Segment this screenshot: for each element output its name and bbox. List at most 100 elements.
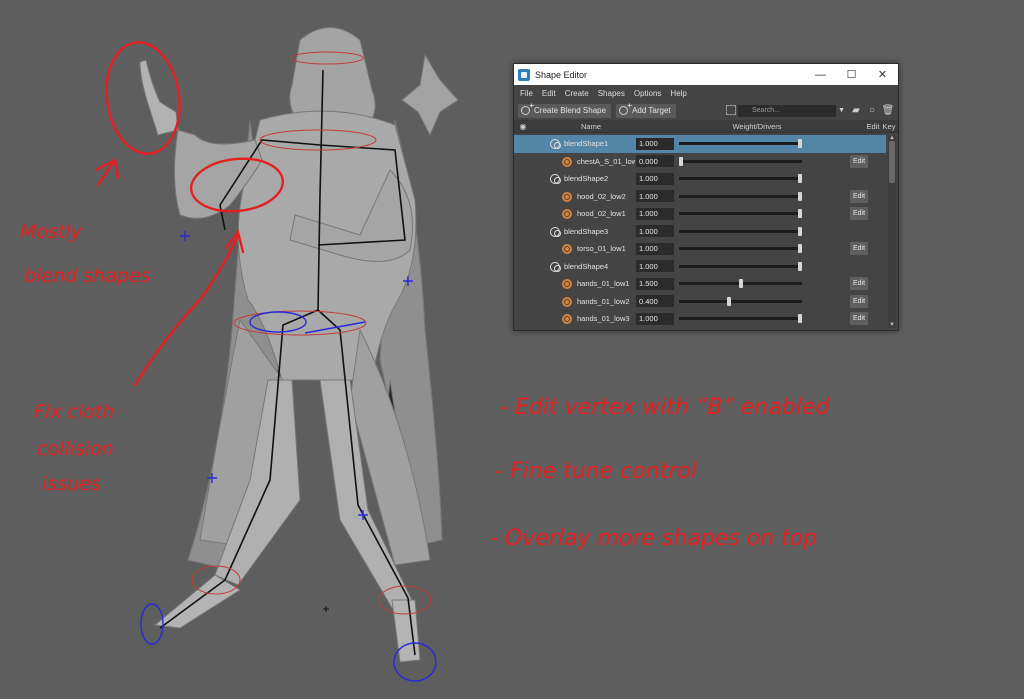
menu-options[interactable]: Options (634, 89, 662, 98)
weight-slider[interactable] (679, 279, 802, 289)
shape-row[interactable]: hood_02_low1 1.000 Edit (514, 205, 886, 223)
edit-button[interactable]: Edit (850, 277, 868, 291)
weight-field[interactable]: 1.000 (636, 207, 674, 220)
shape-list: blendShape1 1.000 chestA_S_01_low 0.000 Edit… (514, 135, 886, 328)
weight-field[interactable]: 1.000 (636, 260, 674, 273)
create-blend-shape-label: Create Blend Shape (534, 106, 607, 115)
shape-row[interactable]: blendShape3 1.000 (514, 223, 886, 241)
target-icon (562, 209, 572, 219)
slider-handle[interactable] (798, 314, 802, 324)
slider-handle[interactable] (798, 174, 802, 184)
edit-button[interactable]: Edit (850, 189, 868, 203)
add-target-label: Add Target (632, 106, 671, 115)
create-blend-shape-button[interactable]: Create Blend Shape (518, 101, 612, 118)
edit-button[interactable]: Edit (850, 242, 868, 256)
target-icon (562, 314, 572, 324)
menu-edit[interactable]: Edit (542, 89, 556, 98)
search-input[interactable]: Search... (726, 104, 836, 117)
weight-slider[interactable] (679, 191, 802, 201)
note-mostly: Mostly (20, 221, 83, 243)
add-target-button[interactable]: Add Target (616, 101, 676, 118)
menu-help[interactable]: Help (670, 89, 686, 98)
slider-handle[interactable] (798, 226, 802, 236)
weight-field[interactable]: 1.000 (636, 137, 674, 150)
scroll-down-icon[interactable]: ▼ (888, 322, 896, 328)
new-folder-icon[interactable]: ▰ (850, 105, 862, 117)
search-dropdown-icon[interactable]: ▼ (838, 107, 846, 114)
shape-row[interactable]: torso_01_low1 1.000 Edit (514, 240, 886, 258)
shape-row[interactable]: hands_01_low1 1.500 Edit (514, 275, 886, 293)
edit-button[interactable]: Edit (850, 312, 868, 326)
column-weight[interactable]: Weight/Drivers (650, 122, 864, 131)
weight-slider[interactable] (679, 174, 802, 184)
slider-handle[interactable] (679, 156, 683, 166)
weight-field[interactable]: 1.000 (636, 190, 674, 203)
maximize-button[interactable]: ☐ (836, 64, 867, 85)
edit-button[interactable]: Edit (850, 154, 868, 168)
weight-slider[interactable] (679, 156, 802, 166)
weight-field[interactable]: 1.000 (636, 242, 674, 255)
add-target-icon (619, 101, 632, 115)
slider-handle[interactable] (798, 261, 802, 271)
visibility-eye-icon[interactable]: ◉ (514, 122, 532, 131)
weight-field[interactable]: 0.000 (636, 155, 674, 168)
trash-icon[interactable]: 🗑 (882, 105, 895, 117)
weight-slider[interactable] (679, 209, 802, 219)
maya-app-icon (518, 68, 530, 81)
weight-slider[interactable] (679, 139, 802, 149)
toolbar: Create Blend Shape Add Target Search... … (514, 101, 898, 121)
note-fix-cloth: Fix cloth (34, 401, 114, 423)
column-edit[interactable]: Edit (864, 122, 882, 131)
weight-field[interactable]: 1.000 (636, 172, 674, 185)
edit-button[interactable]: Edit (850, 294, 868, 308)
shape-name: blendShape1 (564, 139, 609, 149)
target-icon (562, 156, 572, 167)
slider-handle[interactable] (738, 279, 743, 289)
shape-name: hands_01_low3 (577, 314, 630, 324)
create-blend-shape-icon (521, 101, 534, 115)
weight-slider[interactable] (679, 296, 802, 306)
weight-slider[interactable] (679, 244, 802, 254)
toggle-circle-icon[interactable]: ○ (866, 105, 878, 117)
weight-slider[interactable] (679, 261, 802, 271)
menu-create[interactable]: Create (565, 89, 589, 98)
window-titlebar[interactable]: Shape Editor — ☐ ✕ (514, 64, 898, 85)
slider-handle[interactable] (798, 139, 802, 149)
close-button[interactable]: ✕ (867, 64, 898, 85)
weight-slider[interactable] (679, 226, 802, 236)
shape-name: blendShape3 (564, 226, 609, 236)
column-key[interactable]: Key (882, 122, 896, 131)
shape-row[interactable]: blendShape4 1.000 (514, 258, 886, 276)
blend-shape-icon (550, 226, 561, 237)
shape-row[interactable]: hood_02_low2 1.000 Edit (514, 188, 886, 206)
shape-editor-window[interactable]: Shape Editor — ☐ ✕ File Edit Create Shap… (513, 63, 899, 331)
minimize-button[interactable]: — (805, 64, 836, 85)
slider-handle[interactable] (798, 244, 802, 254)
slider-handle[interactable] (726, 296, 731, 306)
weight-slider[interactable] (679, 314, 802, 324)
weight-field[interactable]: 1.500 (636, 277, 674, 290)
weight-field[interactable]: 1.000 (636, 225, 674, 238)
shape-row[interactable]: hands_01_low2 0.400 Edit (514, 293, 886, 311)
note-overlay: - Overlay more shapes on top (490, 526, 817, 551)
weight-field[interactable]: 0.400 (636, 295, 674, 308)
scrollbar[interactable]: ▲ ▼ (888, 135, 896, 328)
menu-bar: File Edit Create Shapes Options Help (514, 85, 898, 101)
slider-handle[interactable] (798, 209, 802, 219)
note-edit-vertex: - Edit vertex with “B” enabled (500, 395, 830, 420)
edit-button[interactable]: Edit (850, 207, 868, 221)
scroll-thumb[interactable] (889, 141, 895, 183)
shape-row[interactable]: hands_01_low3 1.000 Edit (514, 310, 886, 328)
weight-field[interactable]: 1.000 (636, 312, 674, 325)
slider-handle[interactable] (798, 191, 802, 201)
filter-icon[interactable] (726, 104, 736, 115)
menu-shapes[interactable]: Shapes (598, 89, 625, 98)
shape-row[interactable]: blendShape1 1.000 (514, 135, 886, 153)
shape-row[interactable]: blendShape2 1.000 (514, 170, 886, 188)
shape-row[interactable]: chestA_S_01_low 0.000 Edit (514, 153, 886, 171)
menu-file[interactable]: File (520, 89, 533, 98)
shape-name: hood_02_low2 (577, 191, 626, 201)
column-name[interactable]: Name (532, 122, 650, 131)
search-placeholder: Search... (752, 107, 781, 114)
shape-name: blendShape4 (564, 261, 609, 271)
